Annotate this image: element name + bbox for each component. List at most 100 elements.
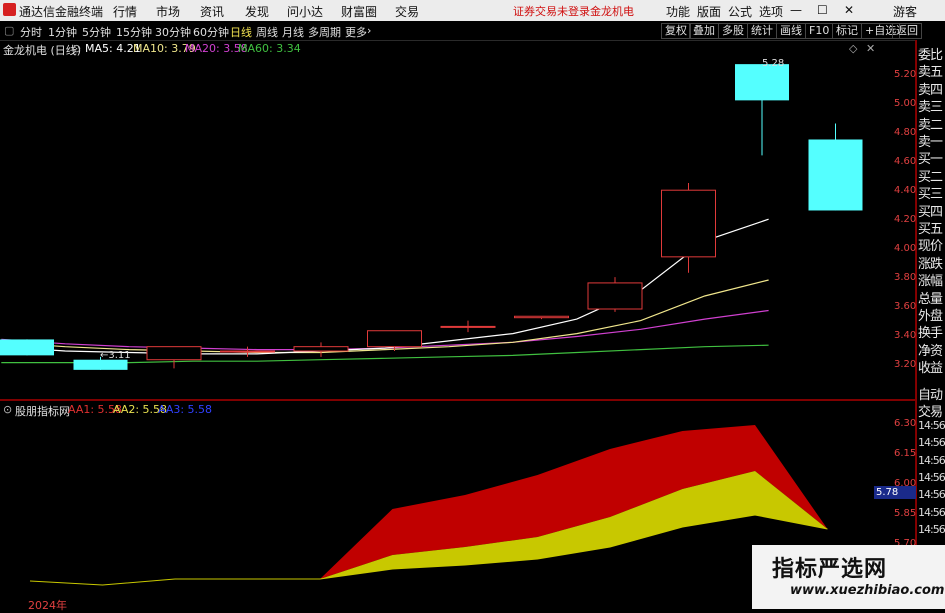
sidebar-item[interactable]: 现价 [918, 235, 945, 254]
sidebar-lower-item[interactable]: 14:56 [918, 419, 945, 432]
sub-indicator-menu-icon[interactable]: ⊙ [3, 403, 12, 416]
period-30min[interactable]: 30分钟 [155, 24, 191, 40]
sidebar-item[interactable]: 买一 [918, 148, 945, 167]
sidebar-item[interactable]: 外盘 [918, 305, 945, 324]
sidebar-item[interactable]: 卖一 [918, 131, 945, 150]
candle-body [0, 339, 54, 356]
menu-ask[interactable]: 问小达 [287, 3, 323, 20]
sidebar-item[interactable]: 委比 [918, 44, 945, 63]
sidebar-item[interactable]: 买二 [918, 166, 945, 185]
indicator-menu-icon[interactable]: ⊙ [72, 42, 81, 55]
candle-5 [293, 342, 349, 357]
sidebar-item[interactable]: 买四 [918, 201, 945, 220]
high-price-label: 5.28 [762, 58, 785, 69]
menu-discover[interactable]: 发现 [245, 3, 269, 20]
kline-chart[interactable] [0, 40, 916, 400]
main-tick-label: 5.20 [894, 68, 917, 80]
login-notice[interactable]: 证券交易未登录 [513, 3, 590, 19]
period-60min[interactable]: 60分钟 [193, 24, 229, 40]
candle-body [367, 330, 422, 348]
menu-quotes[interactable]: 行情 [113, 3, 137, 20]
main-tick-label: 4.00 [894, 242, 917, 254]
candle-1 [0, 339, 54, 356]
low-price-label: ←3.11 [100, 350, 131, 361]
main-tick-label: 3.80 [894, 271, 917, 283]
minimize-icon[interactable]: — [790, 3, 802, 17]
menu-wealth[interactable]: 财富圈 [341, 3, 377, 20]
ma60-value: MA60: 3.34 [238, 42, 301, 55]
period-5min[interactable]: 5分钟 [82, 24, 111, 40]
close-icon[interactable]: ✕ [844, 3, 854, 17]
candle-10 [661, 182, 716, 273]
sidebar-item[interactable]: 卖四 [918, 79, 945, 98]
menu-formula[interactable]: 公式 [728, 3, 752, 20]
candle-body [440, 325, 496, 328]
candle-7 [440, 320, 496, 333]
aa3-value: AA3: 5.58 [158, 403, 213, 416]
sidebar-lower-item[interactable]: 14:56 [918, 523, 945, 536]
btn-multi-stock[interactable]: 多股 [718, 23, 748, 39]
menu-layout[interactable]: 版面 [697, 3, 721, 20]
more-chevron-icon[interactable]: › [367, 24, 371, 37]
btn-overlay[interactable]: 叠加 [689, 23, 719, 39]
candle-body [735, 64, 789, 101]
candle-body [587, 282, 643, 310]
candle-8 [514, 315, 569, 320]
main-tick-label: 4.20 [894, 213, 917, 225]
menu-function[interactable]: 功能 [666, 3, 690, 20]
period-weekly[interactable]: 周线 [256, 24, 278, 40]
btn-mark[interactable]: 标记 [832, 23, 862, 39]
period-tick[interactable]: 分时 [20, 24, 42, 40]
toolbar-expand-icon[interactable]: ▢ [4, 24, 14, 37]
sidebar-item[interactable]: 买三 [918, 183, 945, 202]
period-15min[interactable]: 15分钟 [116, 24, 152, 40]
period-daily[interactable]: 日线 [230, 24, 252, 40]
maximize-icon[interactable]: ☐ [817, 3, 828, 17]
btn-stats[interactable]: 统计 [747, 23, 777, 39]
menu-options[interactable]: 选项 [759, 3, 783, 20]
site-watermark: 指标严选网 www.xuezhibiao.com [752, 545, 945, 609]
sidebar-item[interactable]: 涨跌 [918, 253, 945, 272]
app-name: 通达信金融终端 [19, 5, 104, 19]
current-stock-name: 金龙机电 [590, 5, 634, 18]
sidebar-item[interactable]: 卖二 [918, 114, 945, 133]
sidebar-item[interactable]: 总量 [918, 288, 945, 307]
sidebar-lower-item[interactable]: 14:56 [918, 454, 945, 467]
candle-11 [735, 64, 789, 156]
btn-back[interactable]: 返回 [892, 23, 922, 39]
sidebar-item[interactable]: 涨幅 [918, 270, 945, 289]
candle-9 [587, 277, 643, 312]
sidebar-lower-item[interactable]: 14:56 [918, 488, 945, 501]
sidebar-item[interactable]: 换手 [918, 322, 945, 341]
candle-body [808, 139, 863, 211]
sidebar-item[interactable]: 净资 [918, 340, 945, 359]
btn-draw-line[interactable]: 画线 [776, 23, 806, 39]
sidebar-lower-item[interactable]: 14:56 [918, 506, 945, 519]
chart-settings-icon[interactable]: ◇ [849, 42, 857, 55]
sidebar-item[interactable]: 卖五 [918, 61, 945, 80]
sidebar-item[interactable]: 买五 [918, 218, 945, 237]
period-1min[interactable]: 1分钟 [48, 24, 77, 40]
sidebar-lower-item[interactable]: 自动 [918, 384, 945, 403]
candle-body [514, 315, 569, 319]
menu-market[interactable]: 市场 [156, 3, 180, 20]
sidebar-lower-item[interactable]: 交易 [918, 401, 945, 420]
main-chart-title: 金龙机电 (日线) [3, 44, 82, 57]
sidebar-lower-item[interactable]: 14:56 [918, 471, 945, 484]
main-tick-label: 4.60 [894, 155, 917, 167]
sidebar-lower-item[interactable]: 14:56 [918, 436, 945, 449]
guest-label[interactable]: 游客 [893, 3, 917, 20]
main-tick-label: 4.80 [894, 126, 917, 138]
sidebar-item[interactable]: 收益 [918, 357, 945, 376]
chart-close-icon[interactable]: ✕ [866, 42, 875, 55]
period-more[interactable]: 更多 [345, 24, 367, 40]
btn-adjust[interactable]: 复权 [661, 23, 691, 39]
sub-tick-label: 6.30 [894, 418, 917, 429]
btn-f10[interactable]: F10 [805, 23, 834, 39]
period-multi[interactable]: 多周期 [308, 24, 341, 40]
period-monthly[interactable]: 月线 [282, 24, 304, 40]
menu-news[interactable]: 资讯 [200, 3, 224, 20]
sidebar-item[interactable]: 卖三 [918, 96, 945, 115]
menu-trade[interactable]: 交易 [395, 3, 419, 20]
candle-body [73, 359, 128, 370]
